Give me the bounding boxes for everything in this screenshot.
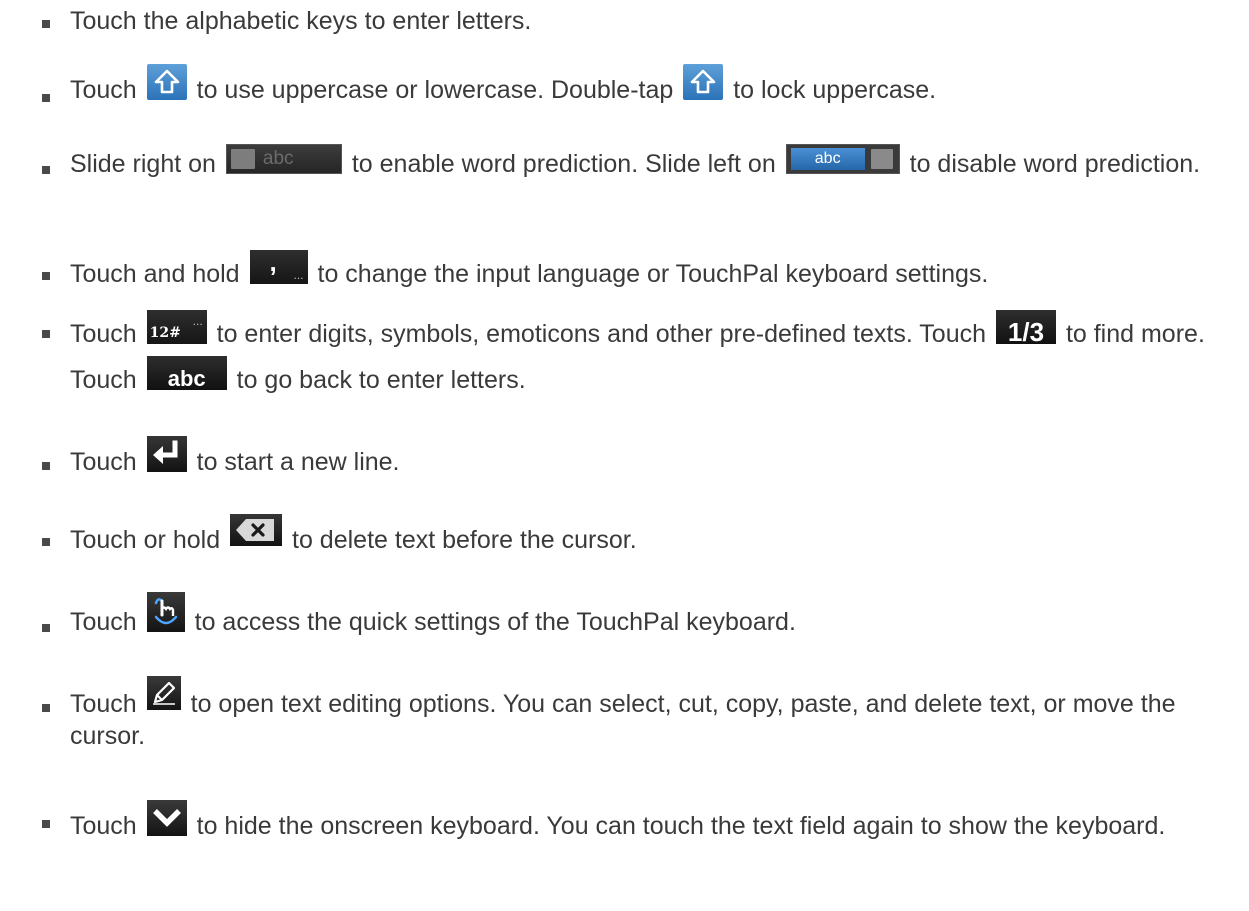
key-label: abc [814,150,841,167]
item-text: to disable word prediction. [909,150,1201,178]
page-key-icon: 1/3 [995,310,1056,344]
bullet [42,624,50,632]
shift-key-icon [146,64,187,100]
bullet [42,166,50,174]
shift-key-icon [683,64,724,100]
list-item: Touch to use uppercase or lowercase. Dou… [42,64,1237,107]
item-text: Touch [70,76,137,104]
list-item: Touch 12# ... to enter digits, symbols, … [42,310,1237,402]
bullet [42,330,50,338]
hide-keyboard-key-icon [146,800,187,836]
list-item: Touch to access the quick settings of th… [42,592,1237,639]
bullet [42,704,50,712]
item-text: to go back to enter letters. [236,366,526,394]
list-item: Touch or hold to delete text before the … [42,514,1237,557]
bullet [42,462,50,470]
key-dots: ... [293,267,304,282]
list-item: Slide right on abc to enable word predic… [42,144,1237,181]
key-label: abc [167,366,206,390]
item-text: Touch or hold [70,526,221,554]
grid-icon [870,149,893,169]
item-text: Touch and hold [70,260,240,288]
item-text: to access the quick settings of the Touc… [194,608,796,636]
item-text: to delete text before the cursor. [292,526,637,554]
item-text: Touch [70,690,137,718]
word-prediction-off-key-icon: abc [225,144,342,174]
item-text: to use uppercase or lowercase. Double-ta… [196,76,674,104]
backspace-key-icon [230,514,283,546]
symbols-key-icon: 12# ... [146,310,207,344]
key-label: 1/3 [1007,317,1045,344]
list-item: Touch and hold , ... to change the input… [42,250,1237,291]
grid-icon [230,149,255,169]
bullet [42,94,50,102]
bullet [42,538,50,546]
key-label: abc [262,148,294,169]
list-item: Touch to start a new line. [42,436,1237,479]
item-text: to change the input language or TouchPal… [317,260,989,288]
item-text: Slide right on [70,150,216,178]
item-text: to lock uppercase. [733,76,937,104]
key-label: , [269,250,277,277]
item-text: Touch [70,608,137,636]
pencil-key-icon [146,676,181,710]
item-text: to hide the onscreen keyboard. You can t… [196,812,1166,840]
item-text: Touch [70,812,137,840]
list-item: Touch the alphabetic keys to enter lette… [42,6,1237,38]
gesture-settings-key-icon [146,592,185,632]
bullet [42,20,50,28]
item-text: to start a new line. [196,448,400,476]
item-text: Touch the alphabetic keys to enter lette… [70,7,532,35]
bullet [42,820,50,828]
comma-key-icon: , ... [249,250,308,284]
bullet [42,272,50,280]
list-item: Touch to open text editing options. You … [42,676,1237,752]
key-dots: ... [192,314,203,328]
list-item: Touch to hide the onscreen keyboard. You… [42,800,1237,843]
key-label: 12# [149,325,181,341]
item-text: to open text editing options. You can se… [70,690,1176,750]
word-prediction-on-key-icon: abc [785,144,900,174]
abc-key-icon: abc [146,356,227,390]
enter-key-icon [146,436,187,472]
item-text: to enter digits, symbols, emoticons and … [216,320,987,348]
item-text: to enable word prediction. Slide left on [351,150,776,178]
item-text: Touch [70,320,137,348]
item-text: Touch [70,448,137,476]
